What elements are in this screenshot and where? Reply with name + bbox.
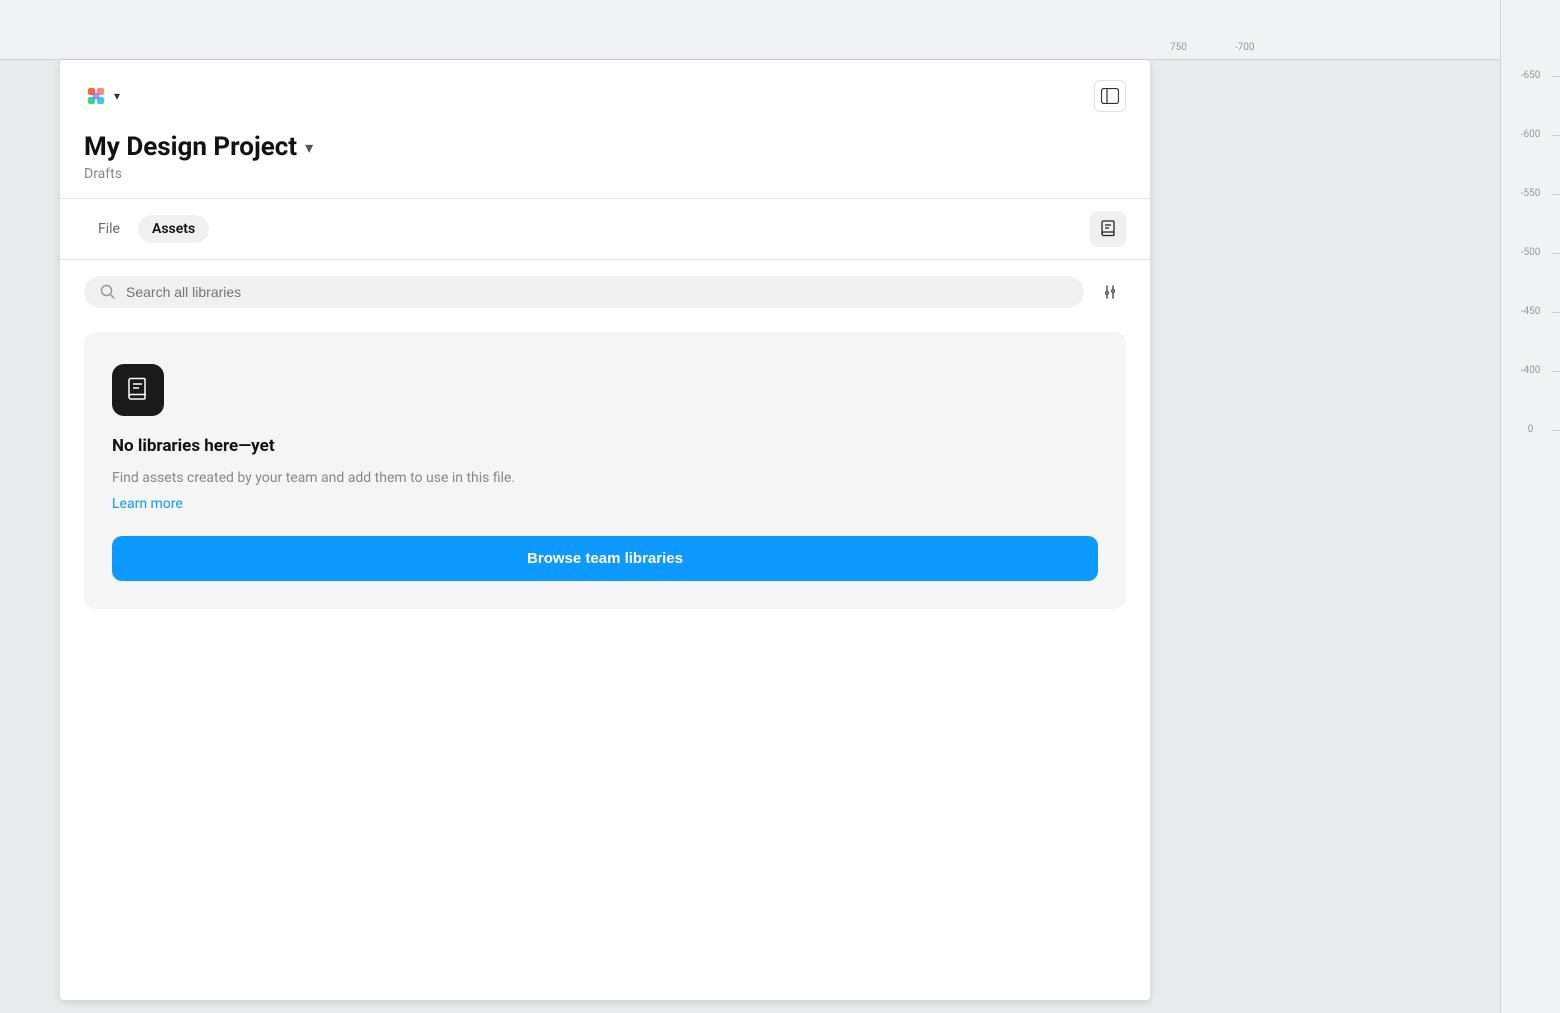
sidebar-toggle-button[interactable] (1094, 80, 1126, 112)
ruler-h-label-750: 750 (1170, 42, 1187, 53)
empty-state-title: No libraries here—yet (112, 436, 1098, 456)
project-title: My Design Project (84, 132, 297, 162)
ruler-label-600: -600 (1501, 129, 1560, 140)
search-area (60, 260, 1150, 324)
ruler-label-650: -650 (1501, 70, 1560, 81)
right-ruler: -650 -600 -550 -500 -450 -400 0 (1500, 0, 1560, 1013)
ruler-label-500: -500 (1501, 247, 1560, 258)
tab-assets[interactable]: Assets (138, 215, 209, 243)
ruler-label-450: -450 (1501, 306, 1560, 317)
figma-dropdown-chevron: ▾ (114, 89, 120, 103)
panel-header: ▾ My Design Project ▾ Drafts (60, 60, 1150, 199)
ruler-label-550: -550 (1501, 188, 1560, 199)
tabs-bar: File Assets (60, 199, 1150, 260)
figma-logo[interactable]: ▾ (84, 84, 120, 108)
ruler-h-label-neg700: -700 (1235, 42, 1255, 53)
learn-more-link[interactable]: Learn more (112, 496, 183, 512)
search-input[interactable] (126, 284, 1068, 300)
panel-top-bar: ▾ (84, 80, 1126, 112)
filter-icon (1100, 282, 1120, 302)
empty-state-icon-wrapper (112, 364, 164, 416)
filter-button[interactable] (1094, 276, 1126, 308)
top-ruler: 750 -700 (0, 0, 1560, 60)
project-dropdown-chevron[interactable]: ▾ (305, 138, 313, 157)
library-button[interactable] (1090, 211, 1126, 247)
project-title-row: My Design Project ▾ (84, 132, 1126, 162)
ruler-label-400: -400 (1501, 365, 1560, 376)
ruler-label-0: 0 (1501, 424, 1560, 435)
empty-state-book-icon (125, 377, 151, 403)
tab-file[interactable]: File (84, 215, 134, 243)
browse-team-libraries-button[interactable]: Browse team libraries (112, 536, 1098, 581)
figma-icon (84, 84, 108, 108)
project-subtitle: Drafts (84, 166, 1126, 182)
sidebar-toggle-icon (1101, 88, 1119, 104)
empty-state-card: No libraries here—yet Find assets create… (84, 332, 1126, 609)
book-icon (1099, 220, 1117, 238)
left-panel: ▾ My Design Project ▾ Drafts File Assets (60, 60, 1150, 1000)
empty-state-description: Find assets created by your team and add… (112, 468, 1098, 489)
search-icon (100, 284, 116, 300)
search-bar (84, 276, 1084, 308)
tabs-left: File Assets (84, 215, 209, 243)
